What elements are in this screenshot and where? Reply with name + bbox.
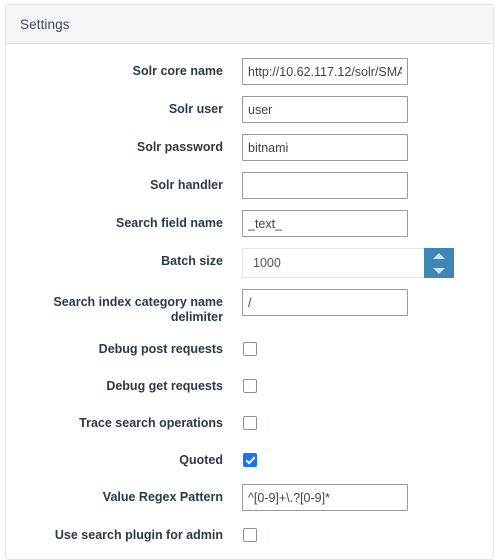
control-wrap-batch-size [242,248,493,278]
label-solr-handler: Solr handler [150,178,223,192]
form-row-debug-get-requests: Debug get requests [6,373,493,399]
form-row-solr-password: Solr password [6,134,493,161]
control-wrap-solr-user [242,96,493,123]
control-wrap-value-regex-pattern [242,484,493,511]
input-search-index-category-name-delimiter[interactable] [242,289,408,316]
control-wrap-solr-core-name [242,58,493,85]
label-batch-size: Batch size [161,254,223,268]
control-wrap-trace-search-operations [242,410,493,430]
input-batch-size[interactable] [242,248,424,278]
input-solr-user[interactable] [242,96,408,123]
checkbox-debug-post-requests[interactable] [243,342,257,356]
input-search-field-name[interactable] [242,210,408,237]
spinner-increment-button[interactable] [424,248,454,263]
form-row-solr-handler: Solr handler [6,172,493,199]
form-row-search-field-name: Search field name [6,210,493,237]
spinner-buttons-batch-size [424,248,454,278]
spinner-group-batch-size [242,248,454,278]
input-solr-password[interactable] [242,134,408,161]
checkbox-use-search-plugin-for-admin[interactable] [243,528,257,542]
input-solr-handler[interactable] [242,172,408,199]
form-row-batch-size: Batch size [6,248,493,278]
label-solr-core-name: Solr core name [132,64,223,78]
form-row-quoted: Quoted [6,447,493,473]
spinner-decrement-button[interactable] [424,263,454,278]
form-row-value-regex-pattern: Value Regex Pattern [6,484,493,511]
input-solr-core-name[interactable] [242,58,408,85]
checkbox-trace-search-operations[interactable] [243,416,257,430]
form-row-search-index-category-name-delimiter: Search index category name delimiter [6,289,493,325]
control-wrap-debug-get-requests [242,373,493,393]
form-row-trace-search-operations: Trace search operations [6,410,493,436]
label-trace-search-operations: Trace search operations [79,416,223,430]
checkbox-debug-get-requests[interactable] [243,379,257,393]
control-wrap-debug-post-requests [242,336,493,356]
checkbox-quoted[interactable] [243,453,257,467]
form-row-use-search-plugin-for-admin: Use search plugin for admin [6,522,493,548]
settings-form: Solr core name Solr user Solr password Solr… [6,44,493,548]
control-wrap-search-index-category-name-delimiter [242,289,493,316]
label-value-regex-pattern: Value Regex Pattern [102,490,223,504]
control-wrap-solr-handler [242,172,493,199]
settings-panel: Settings Solr core name Solr user Solr pas… [5,4,494,560]
panel-heading: Settings [6,5,493,44]
label-debug-post-requests: Debug post requests [98,342,223,356]
label-solr-password: Solr password [136,140,223,154]
label-debug-get-requests: Debug get requests [106,379,223,393]
form-row-solr-user: Solr user [6,96,493,123]
control-wrap-use-search-plugin-for-admin [242,522,493,542]
control-wrap-search-field-name [242,210,493,237]
triangle-up-icon [433,252,445,259]
label-use-search-plugin-for-admin: Use search plugin for admin [54,528,223,542]
form-row-solr-core-name: Solr core name [6,58,493,85]
control-wrap-quoted [242,447,493,467]
triangle-down-icon [433,267,445,274]
form-row-debug-post-requests: Debug post requests [6,336,493,362]
input-value-regex-pattern[interactable] [242,484,408,511]
page-title: Settings [20,16,70,32]
label-quoted: Quoted [179,453,223,467]
label-solr-user: Solr user [168,102,223,116]
control-wrap-solr-password [242,134,493,161]
label-search-index-category-name-delimiter: Search index category name delimiter [53,295,223,324]
label-search-field-name: Search field name [116,216,223,230]
